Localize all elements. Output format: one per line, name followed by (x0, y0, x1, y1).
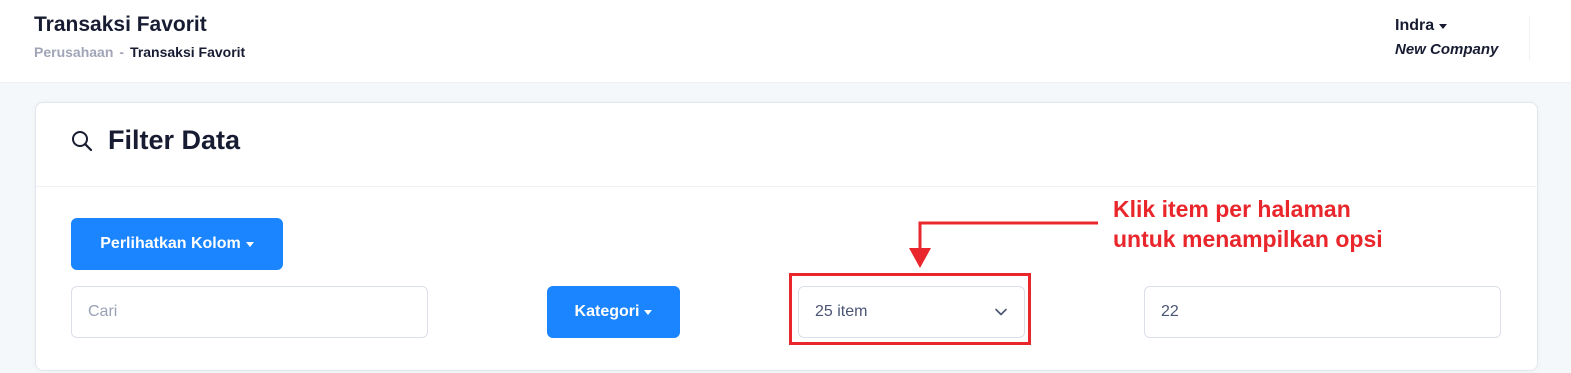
breadcrumb-item-perusahaan[interactable]: Perusahaan (34, 44, 113, 60)
show-columns-label: Perlihatkan Kolom (100, 235, 241, 252)
category-label: Kategori (574, 303, 640, 320)
filter-card-header: Filter Data (36, 103, 1537, 187)
caret-down-icon (644, 309, 653, 315)
company-name: New Company (1395, 41, 1499, 58)
annotation-line-1: Klik item per halaman (1113, 196, 1351, 222)
show-columns-button[interactable]: Perlihatkan Kolom (71, 218, 283, 270)
user-name-toggle[interactable]: Indra (1395, 17, 1498, 35)
search-icon (72, 131, 93, 152)
caret-down-icon (1439, 23, 1448, 29)
breadcrumb: Perusahaan - Transaksi Favorit (34, 44, 245, 60)
caret-down-icon (245, 241, 254, 247)
user-menu[interactable]: Indra New Company (1395, 17, 1498, 58)
annotation-highlight-box (789, 273, 1031, 345)
top-header: Transaksi Favorit Perusahaan - Transaksi F… (0, 0, 1571, 83)
header-divider (1529, 16, 1530, 60)
annotation-line-2: untuk menampilkan opsi (1113, 226, 1383, 252)
search-input[interactable] (71, 286, 428, 338)
annotation-text: Klik item per halaman untuk menampilkan … (1113, 194, 1383, 254)
page-number-input[interactable] (1144, 286, 1501, 338)
breadcrumb-item-current: Transaksi Favorit (130, 44, 246, 60)
breadcrumb-separator: - (119, 44, 125, 60)
page-title: Transaksi Favorit (34, 13, 207, 36)
category-button[interactable]: Kategori (547, 286, 680, 338)
user-name: Indra (1395, 17, 1435, 34)
filter-card-title: Filter Data (108, 125, 241, 155)
